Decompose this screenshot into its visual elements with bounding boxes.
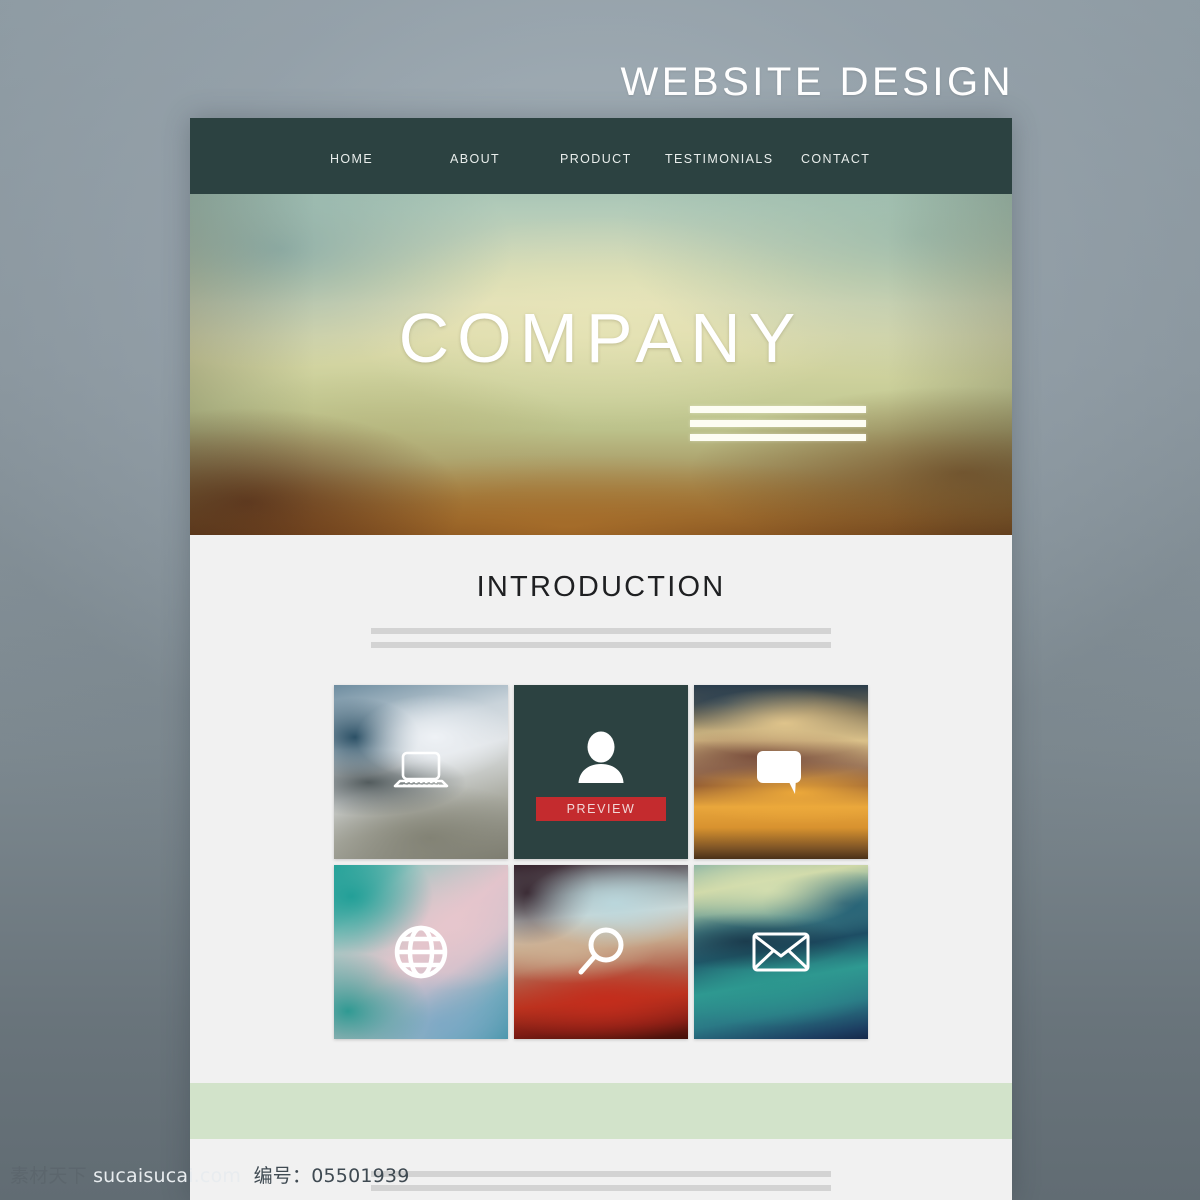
hero-accent-bar [690,434,866,441]
tile-laptop[interactable] [334,685,508,859]
laptop-icon [334,685,508,859]
tile-chat[interactable] [694,685,868,859]
nav-item-home[interactable]: HOME [330,152,450,166]
hero-accent-bar [690,406,866,413]
preview-button[interactable]: PREVIEW [536,797,666,821]
feature-tile-grid: PREVIEW [334,685,868,1039]
watermark: 素材天下 sucaisucai.com 编号：05501939 [10,1164,410,1188]
nav-item-about[interactable]: ABOUT [450,152,560,166]
watermark-label: 编号： [253,1165,312,1187]
nav-item-contact[interactable]: CONTACT [801,152,901,166]
tile-mail[interactable] [694,865,868,1039]
globe-icon [334,865,508,1039]
tile-search[interactable] [514,865,688,1039]
divider-bar [371,1171,831,1177]
nav-menu: HOME ABOUT PRODUCT TESTIMONIALS CONTACT [190,152,1012,166]
divider-bar [371,642,831,648]
hero-accent-bar [690,420,866,427]
section-divider [371,628,831,648]
page-title: WEBSITE DESIGN [620,60,1014,104]
envelope-icon [694,865,868,1039]
divider-bar [371,628,831,634]
watermark-code: 05501939 [311,1165,410,1187]
hero-title: COMPANY [398,299,804,377]
section-title: INTRODUCTION [476,571,726,603]
hero-accent-bars [690,406,866,441]
green-highlight-band [190,1083,1012,1139]
hero-banner: COMPANY [190,194,1012,535]
search-icon [514,865,688,1039]
chat-bubble-icon [694,685,868,859]
website-mockup: HOME ABOUT PRODUCT TESTIMONIALS CONTACT … [190,118,1012,1200]
nav-item-testimonials[interactable]: TESTIMONIALS [665,152,801,166]
introduction-section: INTRODUCTION PREVIEW [190,535,1012,1191]
tile-globe[interactable] [334,865,508,1039]
divider-bar [371,1185,831,1191]
watermark-site: sucaisucai.com [93,1165,242,1187]
footer-divider [371,1171,831,1191]
nav-item-product[interactable]: PRODUCT [560,152,665,166]
navigation-bar: HOME ABOUT PRODUCT TESTIMONIALS CONTACT [190,118,1012,194]
person-icon [514,731,688,783]
tile-person-preview[interactable]: PREVIEW [514,685,688,859]
watermark-prefix: 素材天下 [10,1165,87,1187]
poster-canvas: WEBSITE DESIGN HOME ABOUT PRODUCT TESTIM… [0,0,1200,1200]
